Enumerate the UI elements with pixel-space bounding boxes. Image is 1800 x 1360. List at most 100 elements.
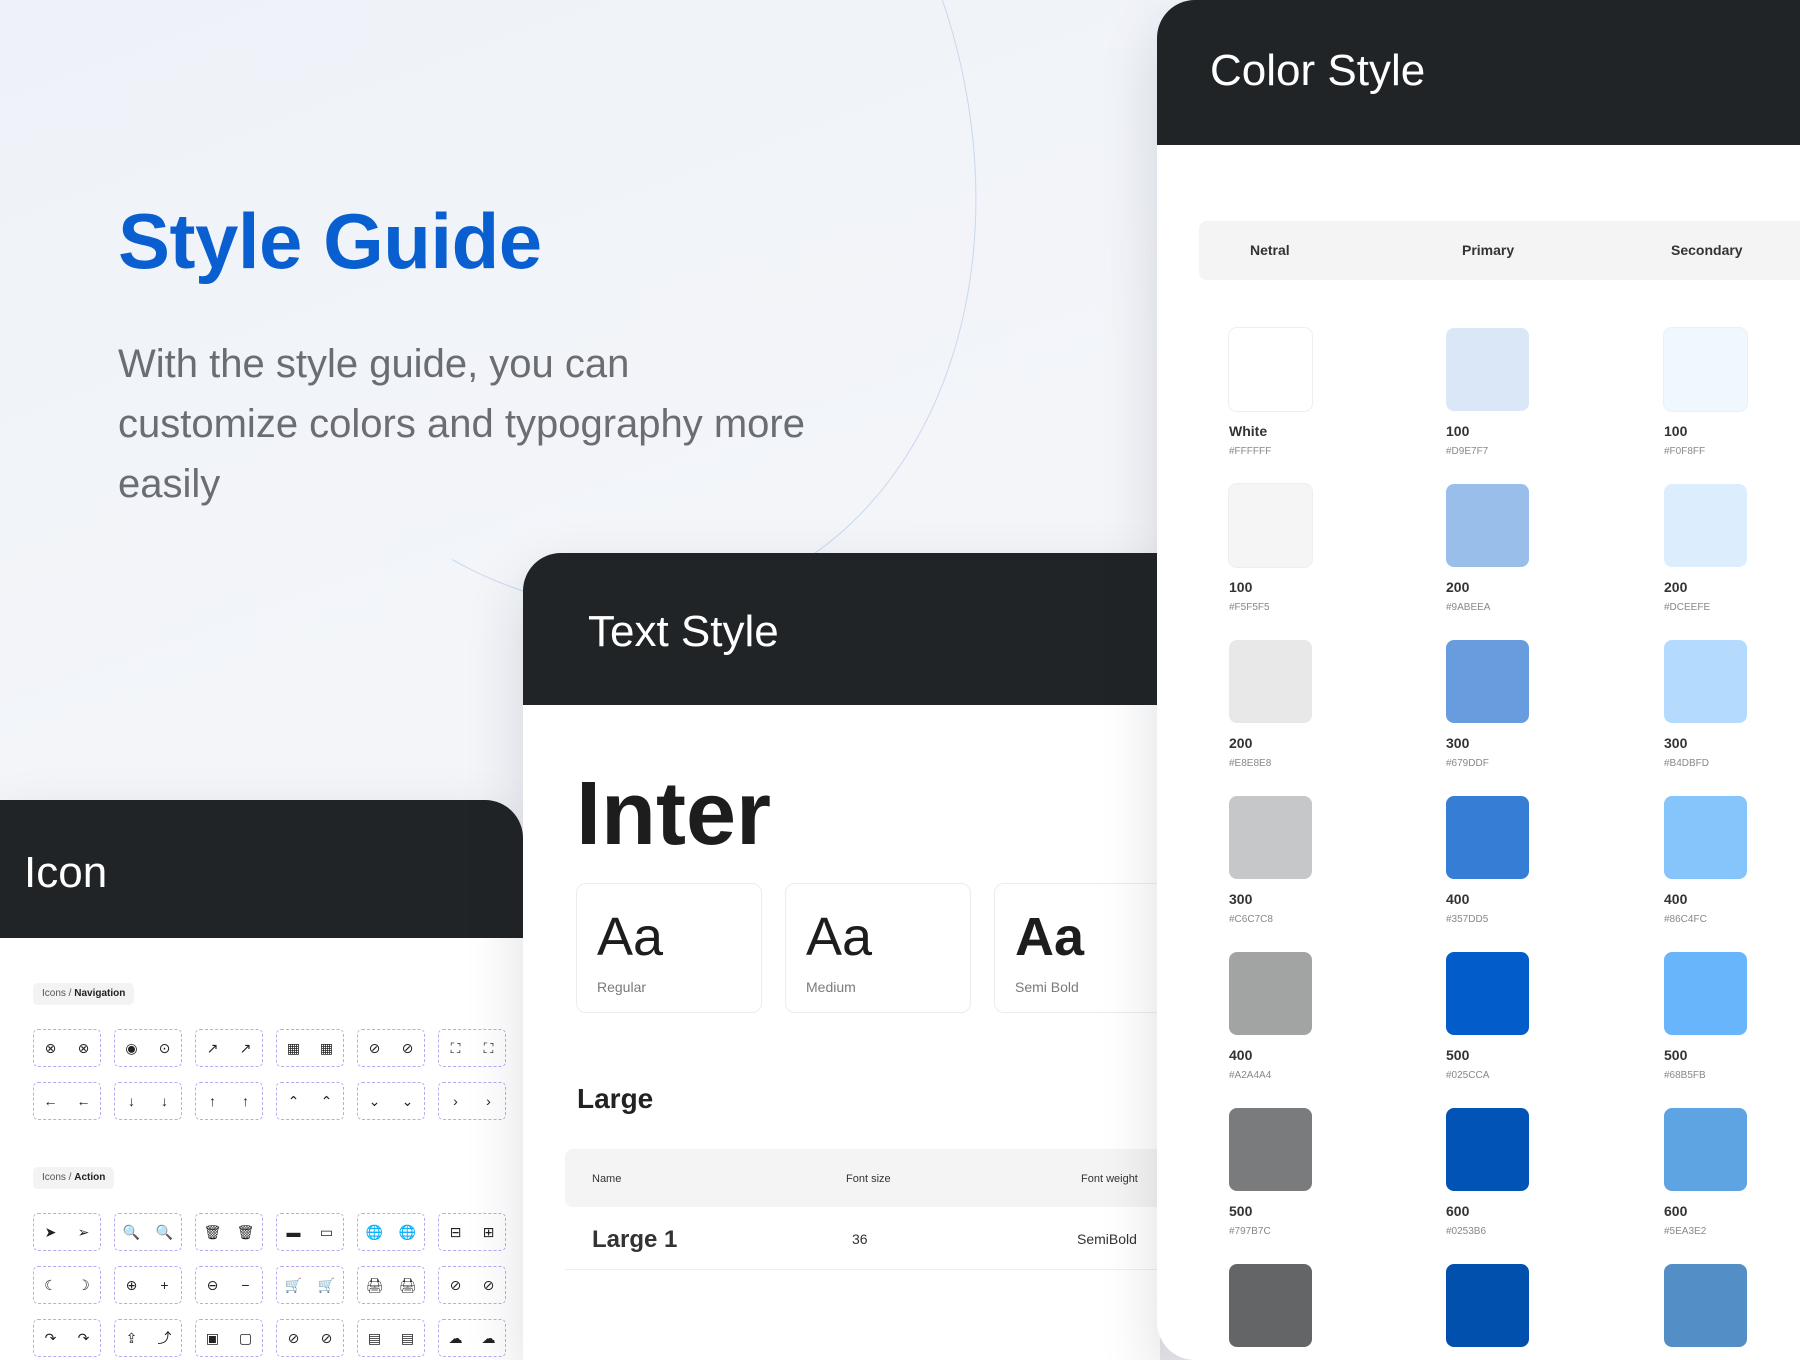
icon-variant-pair[interactable]: 🖨 🖨 [357, 1266, 425, 1304]
color-swatch[interactable] [1664, 1264, 1800, 1360]
text-style-title: Text Style [588, 607, 779, 656]
icon-glyph-icon: ☽ [77, 1277, 90, 1293]
tab-secondary[interactable]: Secondary [1671, 242, 1743, 258]
color-swatch[interactable]: 500 #025CCA [1446, 952, 1646, 1108]
swatch-hex: #68B5FB [1664, 1070, 1706, 1081]
color-swatch[interactable]: 300 #C6C7C8 [1229, 796, 1429, 952]
swatch-name: 500 [1446, 1047, 1470, 1063]
sample-weight-label: Medium [806, 979, 856, 995]
icon-variant-pair[interactable]: ↗ ↗ [195, 1029, 263, 1067]
icon-variant-pair[interactable]: ➤ ➢ [33, 1213, 101, 1251]
color-swatch[interactable]: 400 #86C4FC [1664, 796, 1800, 952]
swatch-name: White [1229, 423, 1268, 439]
icon-variant-pair[interactable]: ⊘ ⊘ [276, 1319, 344, 1357]
icon-glyph-icon: ▦ [286, 1040, 301, 1056]
icon-variant-pair[interactable]: ⊗ ⊗ [33, 1029, 101, 1067]
icon-variant-pair[interactable]: ⌄ ⌄ [357, 1082, 425, 1120]
icon-variant-pair[interactable]: ⊟ ⊞ [438, 1213, 506, 1251]
color-tabs: Netral Primary Secondary [1199, 221, 1800, 280]
icon-glyph-icon: ☁ [481, 1330, 496, 1346]
color-swatch[interactable]: 200 #DCEEFE [1664, 484, 1800, 640]
color-style-header: Color Style [1157, 0, 1800, 145]
color-swatch[interactable]: 500 #797B7C [1229, 1108, 1429, 1264]
font-sample-regular[interactable]: Aa Regular [576, 883, 762, 1013]
swatch-hex: #C6C7C8 [1229, 914, 1273, 925]
icon-variant-pair[interactable]: ◉ ⊙ [114, 1029, 182, 1067]
icon-variant-pair[interactable]: ▤ ▤ [357, 1319, 425, 1357]
icon-variant-pair[interactable]: ⊖ − [195, 1266, 263, 1304]
icon-variant-pair[interactable]: 🗑 🗑 [195, 1213, 263, 1251]
icon-variant-pair[interactable]: ⛶ ⛶ [438, 1029, 506, 1067]
icon-variant-pair[interactable]: ⌃ ⌃ [276, 1082, 344, 1120]
swatch-hex: #F0F8FF [1664, 446, 1706, 457]
icon-glyph-icon: ◉ [125, 1040, 138, 1056]
icon-variant-pair[interactable]: ☾ ☽ [33, 1266, 101, 1304]
swatch-hex: #679DDF [1446, 758, 1489, 769]
icon-variant-pair[interactable]: ← ← [33, 1082, 101, 1120]
icon-glyph-icon: 🔍 [122, 1224, 141, 1240]
swatch-name: 200 [1229, 735, 1253, 751]
swatch-chip [1446, 796, 1529, 879]
icon-glyph-icon: ⊘ [320, 1330, 333, 1346]
swatch-chip [1229, 640, 1312, 723]
row-font-size: 36 [852, 1231, 868, 1247]
color-swatch[interactable]: 100 #F0F8FF [1664, 328, 1800, 484]
font-sample-semibold[interactable]: Aa Semi Bold [994, 883, 1160, 1013]
color-swatch[interactable]: 300 #B4DBFD [1664, 640, 1800, 796]
tab-primary[interactable]: Primary [1462, 242, 1514, 258]
icon-glyph-icon: ⛶ [450, 1040, 461, 1056]
icon-glyph-icon: ↗ [239, 1040, 252, 1056]
color-swatch[interactable]: White #FFFFFF [1229, 328, 1429, 484]
icon-variant-pair[interactable]: ⊘ ⊘ [357, 1029, 425, 1067]
icon-variant-pair[interactable]: 🌐 🌐 [357, 1213, 425, 1251]
icon-variant-pair[interactable]: ⇪ ⤴ [114, 1319, 182, 1357]
icon-variant-pair[interactable]: ⊘ ⊘ [438, 1266, 506, 1304]
swatch-name: 200 [1664, 579, 1688, 595]
icon-glyph-icon: 🔍 [155, 1224, 174, 1240]
icon-variant-pair[interactable]: ↑ ↑ [195, 1082, 263, 1120]
icon-glyph-icon: ➢ [77, 1224, 90, 1240]
swatch-hex: #B4DBFD [1664, 758, 1710, 769]
swatch-name: 500 [1229, 1203, 1253, 1219]
color-swatch[interactable]: 200 #9ABEEA [1446, 484, 1646, 640]
color-swatch[interactable] [1446, 1264, 1646, 1360]
font-family-name: Inter [576, 764, 772, 864]
icons-action-breadcrumb: Icons / Action [33, 1167, 115, 1189]
icon-glyph-icon: ⌄ [368, 1093, 381, 1109]
swatch-name: 400 [1664, 891, 1688, 907]
tab-netral[interactable]: Netral [1250, 242, 1290, 258]
icon-variant-pair[interactable]: ↓ ↓ [114, 1082, 182, 1120]
icon-variant-pair[interactable]: ▦ ▦ [276, 1029, 344, 1067]
icon-variant-pair[interactable]: ↷ ↷ [33, 1319, 101, 1357]
icon-variant-pair[interactable]: 🛒 🛒 [276, 1266, 344, 1304]
icon-variant-pair[interactable]: ▣ ▢ [195, 1319, 263, 1357]
icon-glyph-icon: ↓ [128, 1093, 135, 1109]
color-swatch[interactable]: 400 #357DD5 [1446, 796, 1646, 952]
icon-glyph-icon: ☾ [44, 1277, 57, 1293]
color-swatch[interactable]: 200 #E8E8E8 [1229, 640, 1429, 796]
swatch-chip [1229, 328, 1312, 411]
swatch-name: 300 [1229, 891, 1253, 907]
color-swatch[interactable]: 100 #F5F5F5 [1229, 484, 1429, 640]
swatch-chip [1664, 484, 1747, 567]
font-sample-medium[interactable]: Aa Medium [785, 883, 971, 1013]
swatch-chip [1229, 484, 1312, 567]
icon-glyph-icon: ⊟ [449, 1224, 462, 1240]
icon-glyph-icon: ↷ [77, 1330, 90, 1346]
swatch-chip [1664, 328, 1747, 411]
swatch-chip [1446, 640, 1529, 723]
icon-glyph-icon: ← [76, 1093, 91, 1109]
color-swatch[interactable]: 400 #A2A4A4 [1229, 952, 1429, 1108]
color-swatch[interactable]: 600 #0253B6 [1446, 1108, 1646, 1264]
icon-variant-pair[interactable]: ⊕ + [114, 1266, 182, 1304]
color-swatch[interactable] [1229, 1264, 1429, 1360]
color-swatch[interactable]: 100 #D9E7F7 [1446, 328, 1646, 484]
table-row[interactable]: Large 1 36 SemiBold [565, 1209, 1160, 1270]
icon-variant-pair[interactable]: ▬ ▭ [276, 1213, 344, 1251]
color-swatch[interactable]: 500 #68B5FB [1664, 952, 1800, 1108]
icon-variant-pair[interactable]: › › [438, 1082, 506, 1120]
icon-variant-pair[interactable]: ☁ ☁ [438, 1319, 506, 1357]
icon-variant-pair[interactable]: 🔍 🔍 [114, 1213, 182, 1251]
color-swatch[interactable]: 600 #5EA3E2 [1664, 1108, 1800, 1264]
color-swatch[interactable]: 300 #679DDF [1446, 640, 1646, 796]
